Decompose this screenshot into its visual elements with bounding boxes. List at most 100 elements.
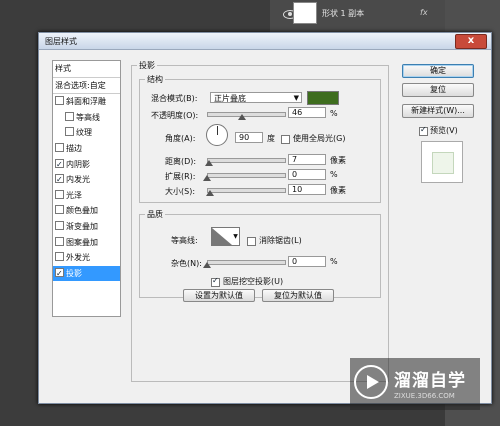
global-light-checkbox[interactable] (281, 135, 290, 144)
set-default-button[interactable]: 设置为默认值 (183, 289, 255, 302)
angle-input[interactable]: 90 (235, 132, 263, 143)
noise-slider[interactable] (207, 260, 286, 265)
close-button[interactable]: x (455, 34, 487, 49)
opacity-input[interactable]: 46 (288, 107, 326, 118)
blend-mode-select[interactable]: 正片叠底 ▼ (210, 92, 302, 103)
style-checkbox[interactable] (55, 96, 64, 106)
style-list-item[interactable]: 图案叠加 (53, 235, 120, 251)
style-list-label: 投影 (66, 268, 82, 278)
size-slider[interactable] (207, 188, 286, 193)
drop-shadow-panel: 投影 结构 混合模式(B): 正片叠底 ▼ 不透明度(O): 46 % 角度(A… (131, 60, 391, 390)
section-title: 投影 (137, 60, 157, 71)
size-slider-thumb[interactable] (206, 190, 215, 196)
opacity-slider[interactable] (207, 112, 286, 117)
style-list-label: 等高线 (76, 112, 100, 122)
spread-slider[interactable] (207, 173, 286, 178)
style-list-label: 光泽 (66, 190, 82, 200)
style-checkbox[interactable] (55, 220, 64, 230)
contour-label: 等高线: (171, 236, 198, 245)
contour-curve-icon (212, 228, 232, 245)
style-list-item[interactable]: 等高线 (53, 110, 120, 126)
angle-label: 角度(A): (165, 134, 196, 143)
style-list-label: 混合选项:自定 (55, 80, 106, 90)
reset-default-button[interactable]: 复位为默认值 (262, 289, 334, 302)
distance-slider[interactable] (207, 158, 286, 163)
angle-dial-hand (217, 126, 218, 135)
opacity-unit: % (330, 109, 338, 118)
spread-input[interactable]: 0 (288, 169, 326, 180)
size-input[interactable]: 10 (288, 184, 326, 195)
style-list-item[interactable]: 外发光 (53, 250, 120, 266)
style-list-label: 渐变叠加 (66, 221, 98, 231)
contour-dropdown-icon[interactable]: ▼ (232, 227, 240, 246)
distance-slider-thumb[interactable] (205, 160, 214, 166)
knockout-label: 图层挖空投影(U) (223, 277, 284, 286)
style-list-item[interactable]: 内发光 (53, 172, 120, 188)
style-checkbox[interactable] (55, 157, 64, 172)
distance-label: 距离(D): (165, 157, 197, 166)
preview-swatch (432, 152, 454, 174)
structure-title: 结构 (145, 74, 165, 85)
blend-mode-label: 混合模式(B): (151, 94, 198, 103)
style-checkbox[interactable] (55, 205, 64, 215)
reset-button[interactable]: 复位 (402, 83, 474, 97)
style-list-item[interactable]: 内阴影 (53, 157, 120, 173)
watermark-url: ZIXUE.3D66.COM (394, 392, 455, 400)
antialias-label: 消除锯齿(L) (259, 236, 302, 245)
style-list-item[interactable]: 光泽 (53, 188, 120, 204)
style-list-label: 颜色叠加 (66, 206, 98, 216)
preview-label: 预览(V) (430, 126, 458, 135)
angle-dial[interactable] (206, 124, 228, 146)
style-checkbox[interactable] (55, 266, 64, 281)
style-list-item[interactable]: 斜面和浮雕 (53, 94, 120, 110)
opacity-slider-thumb[interactable] (238, 114, 247, 120)
style-list-item[interactable]: 颜色叠加 (53, 203, 120, 219)
styles-list: 样式混合选项:自定斜面和浮雕等高线纹理描边内阴影内发光光泽颜色叠加渐变叠加图案叠… (52, 60, 121, 317)
style-checkbox[interactable] (55, 189, 64, 199)
style-list-label: 纹理 (76, 128, 92, 138)
quality-title: 品质 (145, 209, 165, 220)
style-checkbox[interactable] (55, 172, 64, 187)
ok-button[interactable]: 确定 (402, 64, 474, 78)
style-list-item[interactable]: 描边 (53, 141, 120, 157)
style-checkbox[interactable] (55, 252, 64, 262)
style-list-item[interactable]: 投影 (53, 265, 120, 282)
style-list-item[interactable]: 样式 (53, 61, 120, 78)
style-checkbox[interactable] (55, 236, 64, 246)
layer-style-dialog: 图层样式 x 样式混合选项:自定斜面和浮雕等高线纹理描边内阴影内发光光泽颜色叠加… (38, 32, 492, 404)
watermark-brand: 溜溜自学 (394, 371, 466, 391)
preview-checkbox[interactable] (419, 125, 428, 136)
shadow-color-swatch[interactable] (307, 91, 339, 105)
play-logo-icon (354, 365, 388, 399)
style-list-item[interactable]: 渐变叠加 (53, 219, 120, 235)
size-label: 大小(S): (165, 187, 196, 196)
angle-unit: 度 (267, 134, 275, 143)
opacity-label: 不透明度(O): (151, 111, 199, 120)
size-unit: 像素 (330, 186, 346, 195)
noise-unit: % (330, 257, 338, 266)
style-list-label: 描边 (66, 143, 82, 153)
style-list-item[interactable]: 混合选项:自定 (53, 78, 120, 95)
dropdown-arrow-icon: ▼ (293, 94, 299, 102)
contour-picker[interactable] (211, 227, 233, 246)
spread-unit: % (330, 170, 338, 179)
distance-input[interactable]: 7 (288, 154, 326, 165)
layer-thumbnail (293, 2, 317, 24)
knockout-checkbox[interactable] (211, 276, 220, 287)
style-checkbox[interactable] (55, 142, 64, 152)
spread-slider-thumb[interactable] (203, 175, 211, 181)
style-list-item[interactable]: 纹理 (53, 125, 120, 141)
fx-icon[interactable]: fx (420, 8, 428, 17)
style-list-label: 内阴影 (66, 159, 90, 169)
style-checkbox[interactable] (65, 111, 74, 121)
noise-slider-thumb[interactable] (203, 262, 211, 268)
antialias-checkbox[interactable] (247, 237, 256, 246)
style-checkbox[interactable] (65, 127, 74, 137)
style-preview (421, 141, 463, 183)
dialog-titlebar[interactable]: 图层样式 x (39, 33, 491, 50)
new-style-button[interactable]: 新建样式(W)... (402, 104, 474, 118)
noise-label: 杂色(N): (171, 259, 202, 268)
noise-input[interactable]: 0 (288, 256, 326, 267)
layer-row[interactable]: 形状 1 副本 fx (270, 0, 445, 33)
style-list-label: 图案叠加 (66, 237, 98, 247)
